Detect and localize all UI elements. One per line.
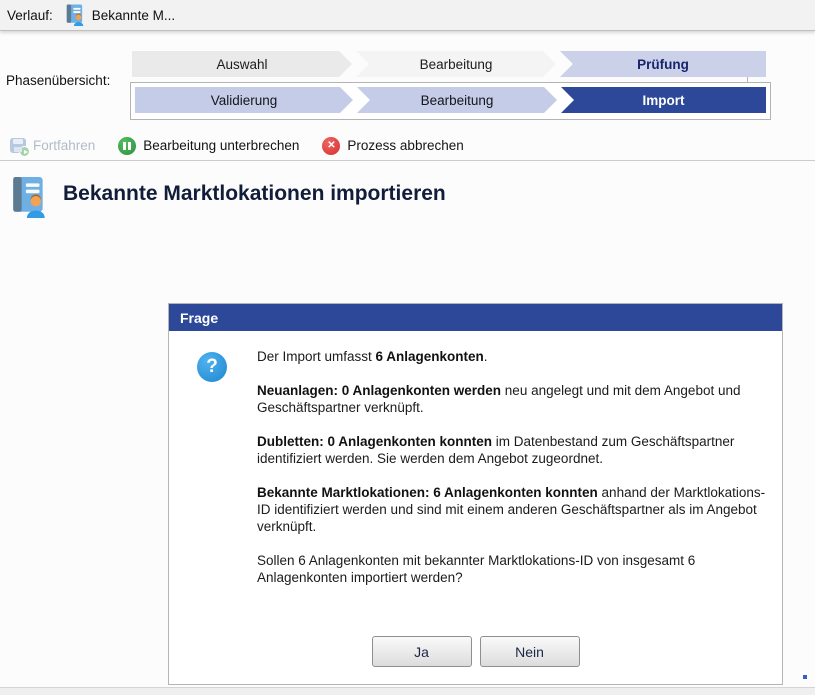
phase-pruefung: Prüfung [560,51,766,77]
question-icon: ? [197,352,227,382]
phase-validierung: Validierung [135,87,353,113]
marktlokationen-book-icon-large [8,176,50,218]
phase-label: Auswahl [216,57,267,72]
cancel-icon [322,137,340,155]
phase-label: Validierung [211,93,278,108]
question-dialog: Frage ? Der Import umfasst 6 Anlagenkont… [168,303,783,685]
nein-button[interactable]: Nein [480,636,580,667]
history-bar: Verlauf: Bekannte M... [0,0,815,31]
history-tab-label: Bekannte M... [92,8,175,23]
phase-auswahl: Auswahl [132,51,352,77]
blue-marker-dot [803,675,807,679]
dialog-paragraph: Sollen 6 Anlagenkonten mit bekannter Mar… [257,552,769,586]
phase-bearbeitung: Bearbeitung [356,51,556,77]
abort-button[interactable]: Prozess abbrechen [322,137,463,155]
sub-phase-row: Validierung Bearbeitung Import [135,87,766,113]
dialog-buttons: Ja Nein [169,636,782,667]
toolbar: Fortfahren Bearbeitung unterbrechen Proz… [0,131,815,160]
phase-import: Import [561,87,766,113]
marktlokationen-book-icon [64,4,86,26]
save-continue-icon [10,138,26,153]
sub-phase-box: Validierung Bearbeitung Import [130,82,771,120]
dialog-paragraph: Neuanlagen: 0 Anlagenkonten werden neu a… [257,382,769,416]
phase-label: Prüfung [637,57,689,72]
page-title: Bekannte Marktlokationen importieren [63,182,446,218]
continue-button-label: Fortfahren [33,138,95,153]
dialog-text: Der Import umfasst 6 Anlagenkonten. Neua… [257,331,769,586]
page-header: Bekannte Marktlokationen importieren [8,176,446,218]
dialog-paragraph: Bekannte Marktlokationen: 6 Anlagenkonte… [257,484,769,535]
phase-label: Bearbeitung [420,57,493,72]
history-label: Verlauf: [7,8,53,23]
dialog-paragraph: Dubletten: 0 Anlagenkonten konnten im Da… [257,433,769,467]
continue-button[interactable]: Fortfahren [10,138,95,153]
abort-button-label: Prozess abbrechen [347,138,463,153]
phase-overview-label: Phasenübersicht: [6,73,110,88]
dialog-body: ? Der Import umfasst 6 Anlagenkonten. Ne… [169,331,782,684]
main-phase-row: Auswahl Bearbeitung Prüfung [132,51,766,77]
bottom-strip [0,687,815,695]
toolbar-separator [0,160,815,161]
question-icon-glyph: ? [206,356,218,378]
interrupt-button[interactable]: Bearbeitung unterbrechen [118,137,299,155]
phase-bearbeitung-sub: Bearbeitung [357,87,557,113]
interrupt-button-label: Bearbeitung unterbrechen [143,138,299,153]
ja-button[interactable]: Ja [372,636,472,667]
phase-label: Bearbeitung [421,93,494,108]
pause-icon [118,137,136,155]
phase-label: Import [643,93,685,108]
history-tab[interactable]: Bekannte M... [64,4,175,26]
dialog-title: Frage [169,304,782,331]
dialog-paragraph: Der Import umfasst 6 Anlagenkonten. [257,348,769,365]
